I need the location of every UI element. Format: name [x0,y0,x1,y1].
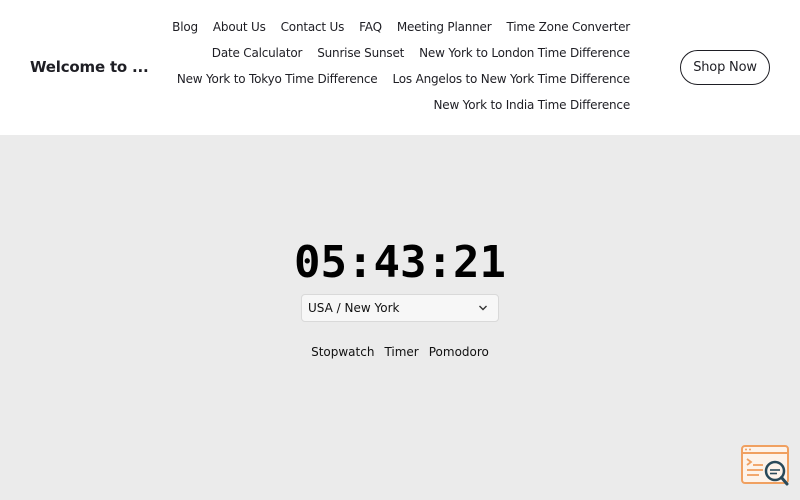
nav-link-ny-tokyo[interactable]: New York to Tokyo Time Difference [177,68,378,94]
clock-display: 05:43:21 [294,237,506,288]
chevron-down-icon [479,305,487,311]
nav-link-faq[interactable]: FAQ [359,16,382,42]
pomodoro-link[interactable]: Pomodoro [429,345,489,359]
nav-link-about-us[interactable]: About Us [213,16,266,42]
timer-link[interactable]: Timer [384,345,418,359]
nav-link-blog[interactable]: Blog [172,16,198,42]
timezone-select[interactable]: USA / New York [301,294,499,322]
nav-link-meeting-planner[interactable]: Meeting Planner [397,16,492,42]
main-nav: Blog About Us Contact Us FAQ Meeting Pla… [172,16,631,120]
nav-link-ny-india[interactable]: New York to India Time Difference [433,94,630,120]
stopwatch-link[interactable]: Stopwatch [311,345,374,359]
nav-row: Blog About Us Contact Us FAQ Meeting Pla… [172,16,630,42]
nav-row: New York to Tokyo Time Difference Los An… [177,68,631,94]
mode-links: Stopwatch Timer Pomodoro [0,345,800,359]
shop-now-button[interactable]: Shop Now [680,50,770,85]
search-chat-widget-icon[interactable] [741,444,791,488]
nav-link-ny-london[interactable]: New York to London Time Difference [419,42,630,68]
brand-title[interactable]: Welcome to ... [30,58,149,76]
nav-link-contact-us[interactable]: Contact Us [281,16,345,42]
nav-row: New York to India Time Difference [200,94,630,120]
site-header: Welcome to ... Blog About Us Contact Us … [0,0,800,135]
timezone-select-value: USA / New York [308,301,400,315]
nav-row: Date Calculator Sunrise Sunset New York … [200,42,630,68]
nav-link-time-zone-converter[interactable]: Time Zone Converter [506,16,630,42]
nav-link-sunrise-sunset[interactable]: Sunrise Sunset [317,42,404,68]
nav-link-la-ny[interactable]: Los Angelos to New York Time Difference [393,68,631,94]
nav-link-date-calculator[interactable]: Date Calculator [212,42,303,68]
